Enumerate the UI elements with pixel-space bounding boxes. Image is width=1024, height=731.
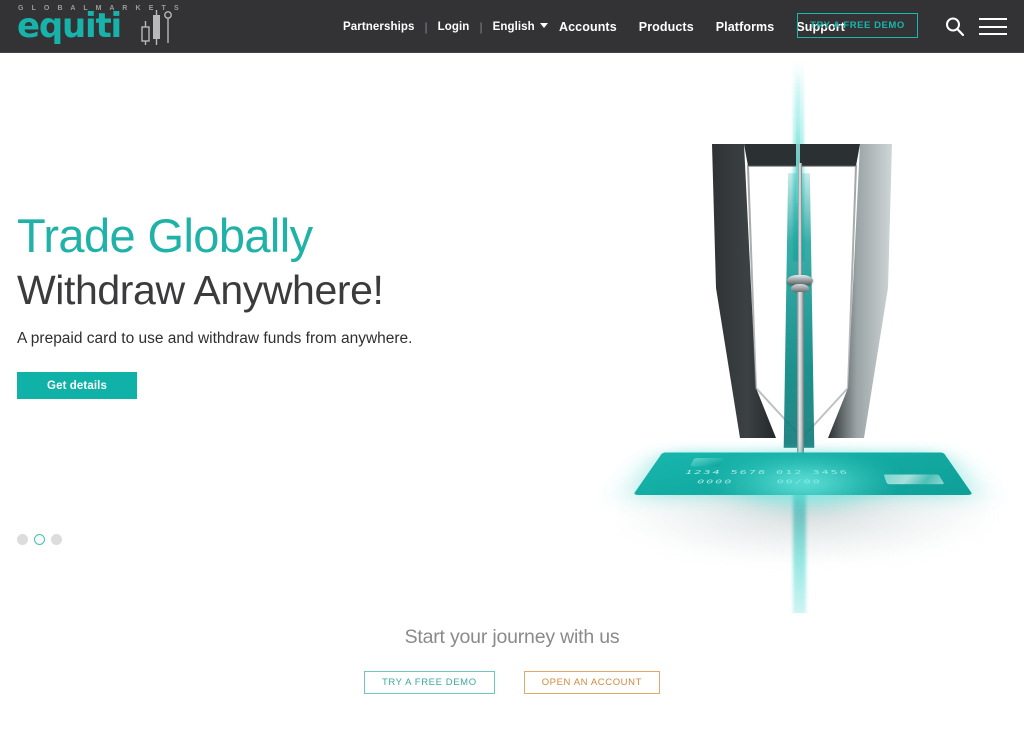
candlestick-chart-icon: [141, 10, 172, 45]
carousel-dot-2[interactable]: [34, 534, 45, 545]
carousel-dot-3[interactable]: [51, 534, 62, 545]
site-logo[interactable]: G L O B A L M A R K E T S equiti: [17, 4, 179, 48]
nav-login[interactable]: Login: [428, 21, 480, 33]
hamburger-line-1: [979, 18, 1007, 20]
search-icon[interactable]: [943, 15, 967, 39]
hamburger-menu-icon[interactable]: [979, 16, 1007, 37]
nav-partnerships[interactable]: Partnerships: [343, 21, 425, 33]
hero-subtitle: A prepaid card to use and withdraw funds…: [17, 330, 413, 347]
cta-button-group: TRY A FREE DEMO OPEN AN ACCOUNT: [0, 671, 1024, 694]
tower-mast: [798, 163, 802, 278]
hero-copy-block: Trade Globally Withdraw Anywhere! A prep…: [17, 208, 537, 399]
card-glow: [715, 453, 895, 513]
logo-wordmark: equiti: [17, 6, 122, 46]
hamburger-line-3: [979, 33, 1007, 35]
nav-products[interactable]: Products: [639, 20, 694, 34]
carousel-pagination: [17, 534, 62, 545]
hero-section: Trade Globally Withdraw Anywhere! A prep…: [0, 53, 1024, 613]
site-header: G L O B A L M A R K E T S equiti Partner…: [0, 0, 1024, 53]
chevron-down-icon: [539, 22, 548, 28]
open-account-button[interactable]: OPEN AN ACCOUNT: [523, 671, 661, 694]
carousel-dot-1[interactable]: [17, 534, 28, 545]
header-try-free-demo-button[interactable]: TRY A FREE DEMO: [797, 13, 918, 38]
secondary-navigation: Partnerships | Login | English: [343, 0, 558, 53]
nav-language-selector[interactable]: English: [483, 21, 558, 33]
journey-heading: Start your journey with us: [404, 626, 620, 648]
nav-accounts[interactable]: Accounts: [559, 20, 617, 34]
nav-platforms[interactable]: Platforms: [716, 20, 775, 34]
try-free-demo-button[interactable]: TRY A FREE DEMO: [363, 671, 495, 694]
hero-title-secondary: Withdraw Anywhere!: [17, 267, 384, 313]
hamburger-line-2: [979, 25, 1007, 28]
tower-shaft: [796, 292, 804, 467]
bottom-cta-section: Start your journey with us TRY A FREE DE…: [0, 613, 1024, 731]
hero-artwork: 1234 5678 012 3456 0000 00/00: [500, 53, 1024, 613]
sky-tower-icon: [787, 163, 813, 467]
language-label: English: [492, 20, 535, 33]
get-details-button[interactable]: Get details: [17, 372, 137, 399]
hero-title-primary: Trade Globally: [17, 209, 313, 262]
